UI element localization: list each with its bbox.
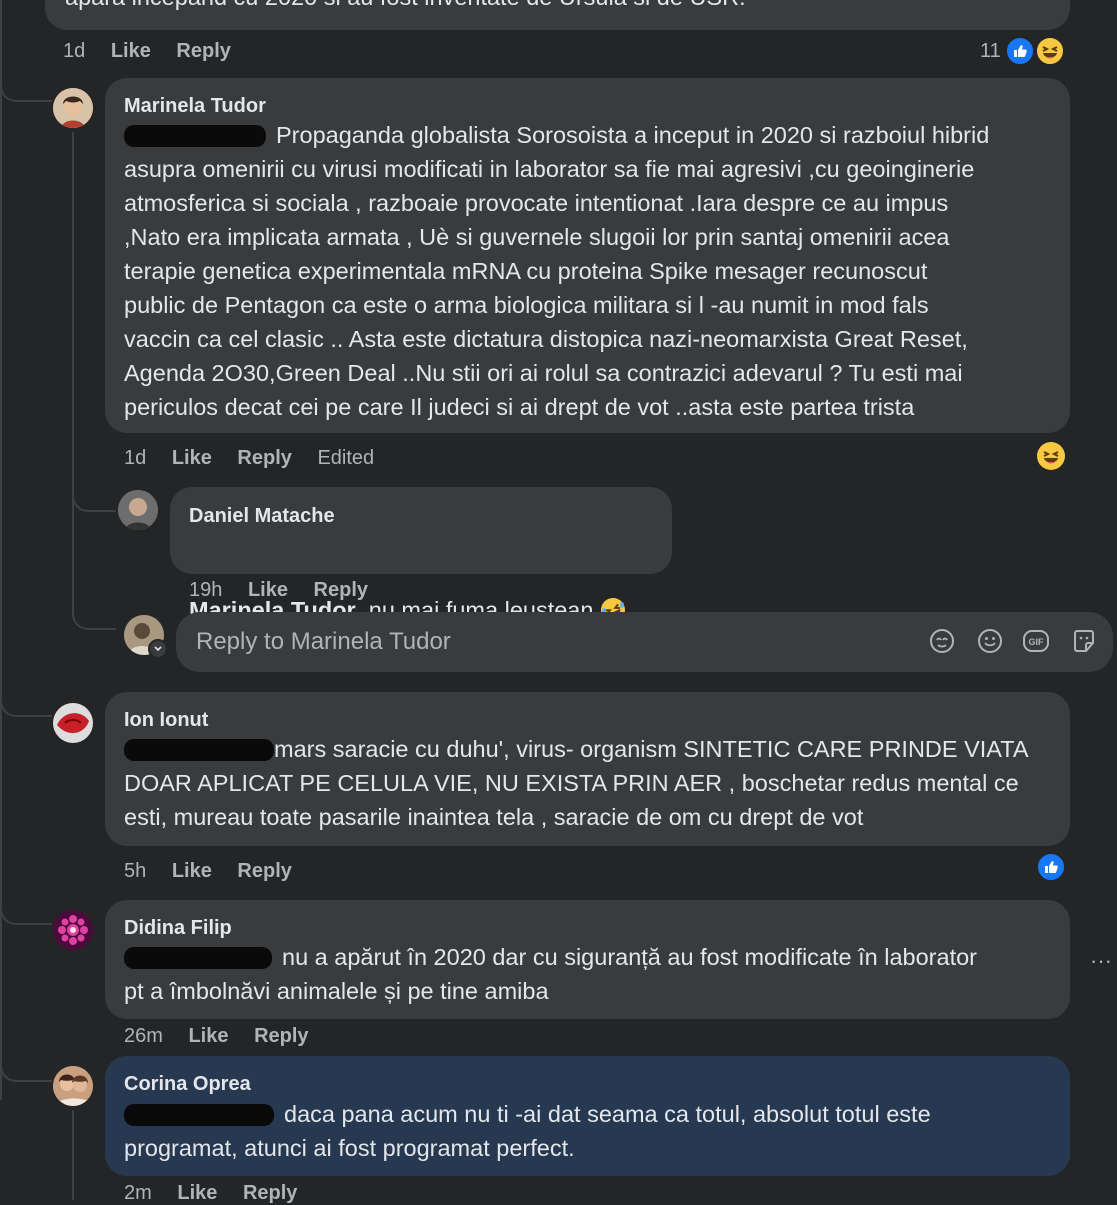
reply-link[interactable]: Reply xyxy=(176,40,230,62)
avatar[interactable] xyxy=(53,910,93,950)
haha-reaction-icon[interactable] xyxy=(1036,441,1066,471)
thread-connector xyxy=(0,60,52,102)
redacted-mention xyxy=(124,947,272,969)
sticker-icon[interactable] xyxy=(1070,627,1098,655)
like-link[interactable]: Like xyxy=(188,1025,228,1047)
gif-icon[interactable]: GIF xyxy=(1022,627,1050,655)
comment-actions: 1d Like Reply Edited xyxy=(124,447,394,470)
rofl-emoji-icon xyxy=(600,563,626,622)
reaction-count[interactable]: 11 xyxy=(980,40,1001,63)
edited-label[interactable]: Edited xyxy=(317,447,374,469)
comment-text: apara incepand cu 2020 si au fost invent… xyxy=(65,0,746,14)
thread-line-sub xyxy=(72,1110,74,1200)
reply-input-placeholder[interactable]: Reply to Marinela Tudor xyxy=(196,628,451,656)
account-switch-chevron-icon[interactable] xyxy=(148,639,168,659)
thread-connector xyxy=(72,596,116,630)
comment-text: nu a apărut în 2020 dar cu siguranță au … xyxy=(124,940,1064,1008)
thread-line-main xyxy=(0,0,2,1100)
comment-author[interactable]: Ion Ionut xyxy=(124,709,208,732)
thread-connector xyxy=(72,478,116,512)
like-link[interactable]: Like xyxy=(177,1182,217,1204)
comment-actions: 26m Like Reply xyxy=(124,1025,329,1048)
reply-time[interactable]: 19h xyxy=(189,579,222,601)
redacted-mention xyxy=(124,125,266,147)
comment-time[interactable]: 5h xyxy=(124,860,146,882)
like-link[interactable]: Like xyxy=(248,579,288,601)
avatar[interactable] xyxy=(53,1066,93,1106)
avatar[interactable] xyxy=(53,703,93,743)
thread-connector xyxy=(0,675,52,717)
emoji-icon[interactable] xyxy=(976,627,1004,655)
more-options-icon[interactable]: ··· xyxy=(1090,948,1112,974)
reply-actions: 19h Like Reply xyxy=(189,579,388,602)
haha-reaction-icon xyxy=(1035,36,1065,66)
comment-text: Propaganda globalista Sorosoista a incep… xyxy=(124,118,1064,424)
avatar[interactable] xyxy=(53,88,93,128)
like-link[interactable]: Like xyxy=(172,860,212,882)
reply-link[interactable]: Reply xyxy=(237,860,291,882)
reply-author[interactable]: Daniel Matache xyxy=(189,505,335,528)
thread-connector xyxy=(0,1040,52,1082)
comment-body: Propaganda globalista Sorosoista a incep… xyxy=(124,122,990,420)
comment-time[interactable]: 2m xyxy=(124,1182,152,1204)
redacted-mention xyxy=(124,739,274,761)
comment-actions: 5h Like Reply xyxy=(124,860,312,883)
like-reaction-icon[interactable] xyxy=(1036,852,1066,882)
comment-time[interactable]: 1d xyxy=(124,447,146,469)
comment-text: daca pana acum nu ti -ai dat seama ca to… xyxy=(124,1097,1064,1165)
comment-author[interactable]: Marinela Tudor xyxy=(124,95,266,118)
comment-actions: 2m Like Reply xyxy=(124,1182,317,1205)
gif-label: GIF xyxy=(1029,637,1045,647)
reply-link[interactable]: Reply xyxy=(314,579,368,601)
like-link[interactable]: Like xyxy=(111,40,151,62)
reply-link[interactable]: Reply xyxy=(237,447,291,469)
thread-connector xyxy=(0,883,52,925)
comment-actions: 1d Like Reply xyxy=(63,40,251,63)
like-link[interactable]: Like xyxy=(172,447,212,469)
redacted-mention xyxy=(124,1104,274,1126)
comment-text: mars saracie cu duhu', virus- organism S… xyxy=(124,732,1064,834)
avatar[interactable] xyxy=(118,490,158,530)
comment-author[interactable]: Didina Filip xyxy=(124,917,232,940)
comment-time[interactable]: 26m xyxy=(124,1025,163,1047)
comment-author[interactable]: Corina Oprea xyxy=(124,1073,251,1096)
comment-time[interactable]: 1d xyxy=(63,40,85,62)
reply-link[interactable]: Reply xyxy=(243,1182,297,1204)
avatar-sticker-icon[interactable] xyxy=(928,627,956,655)
thread-line-sub xyxy=(72,132,74,612)
reply-link[interactable]: Reply xyxy=(254,1025,308,1047)
like-reaction-icon xyxy=(1005,36,1035,66)
